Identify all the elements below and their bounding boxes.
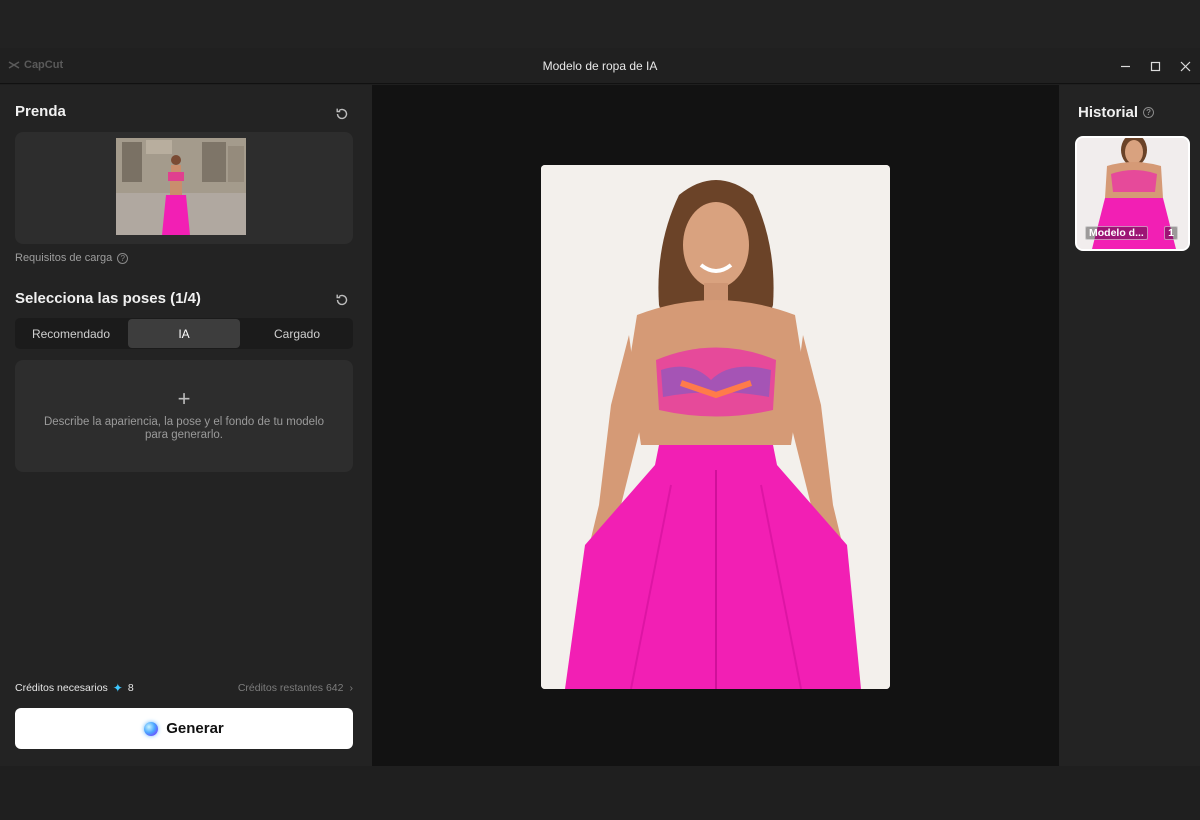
history-title: Historial — [1078, 104, 1139, 121]
app-logo: CapCut — [8, 59, 63, 71]
model-photo — [541, 165, 890, 689]
history-item-count: 1 — [1164, 226, 1178, 240]
spark-icon: ✦ — [112, 681, 123, 695]
minimize-icon — [1120, 65, 1130, 67]
refresh-icon — [336, 294, 348, 306]
credits-needed-label: Créditos necesarios — [15, 682, 108, 694]
generate-label: Generar — [166, 720, 224, 737]
ai-pose-prompt-card[interactable]: + Describe la apariencia, la pose y el f… — [15, 360, 353, 472]
help-icon: ? — [117, 252, 129, 264]
garment-title: Prenda — [15, 103, 66, 120]
garment-reset-button[interactable] — [334, 106, 350, 122]
garment-card[interactable] — [15, 132, 353, 244]
plus-icon: + — [177, 386, 191, 411]
capcut-logo-icon — [8, 61, 20, 69]
pose-description: Describe la apariencia, la pose y el fon… — [43, 416, 324, 441]
close-icon — [1180, 61, 1190, 71]
help-icon[interactable]: ? — [1143, 107, 1155, 118]
poses-title: Selecciona las poses (1/4) — [15, 290, 201, 307]
close-button[interactable] — [1170, 48, 1200, 84]
top-strip — [0, 0, 1200, 48]
window-controls — [1110, 48, 1200, 84]
minimize-button[interactable] — [1110, 48, 1140, 84]
credits-remaining-label: Créditos restantes 642 — [237, 682, 344, 694]
credits-needed: Créditos necesarios ✦ 8 — [15, 681, 134, 695]
title-bar: CapCut Modelo de ropa de IA — [0, 48, 1200, 84]
garment-image[interactable] — [116, 138, 246, 235]
pose-tabs: Recomendado IA Cargado — [15, 318, 353, 349]
history-panel: Historial ? Modelo d... 1 — [1059, 85, 1200, 766]
bottom-strip — [0, 766, 1200, 820]
history-item[interactable]: Modelo d... 1 — [1075, 136, 1190, 251]
window-title: Modelo de ropa de IA — [542, 59, 658, 73]
tab-cargado[interactable]: Cargado — [241, 318, 353, 349]
upload-requirements[interactable]: Requisitos de carga ? — [15, 252, 129, 264]
tab-recomendado[interactable]: Recomendado — [15, 318, 127, 349]
refresh-icon — [336, 108, 348, 120]
left-panel: Prenda Requisitos de carga ? Selecciona … — [0, 85, 372, 766]
credits-remaining-link[interactable]: Créditos restantes 642 › — [238, 682, 353, 694]
upload-requirements-label: Requisitos de carga — [15, 252, 113, 264]
chevron-right-icon: › — [349, 682, 354, 694]
tab-ia[interactable]: IA — [128, 319, 240, 348]
generate-button[interactable]: Generar — [15, 708, 353, 749]
garment-photo — [116, 138, 246, 235]
maximize-button[interactable] — [1140, 48, 1170, 84]
app-window: CapCut Modelo de ropa de IA Prenda Requi… — [0, 0, 1200, 820]
history-item-label: Modelo d... — [1085, 226, 1148, 240]
app-name: CapCut — [24, 59, 64, 71]
credits-needed-value: 8 — [127, 682, 134, 694]
generated-model-image[interactable] — [541, 165, 890, 689]
credits-row: Créditos necesarios ✦ 8 Créditos restant… — [15, 681, 353, 695]
generate-orb-icon — [144, 721, 159, 736]
poses-reset-button[interactable] — [334, 292, 350, 308]
history-header: Historial ? — [1078, 104, 1155, 121]
maximize-icon — [1150, 61, 1160, 71]
preview-canvas — [372, 85, 1059, 766]
